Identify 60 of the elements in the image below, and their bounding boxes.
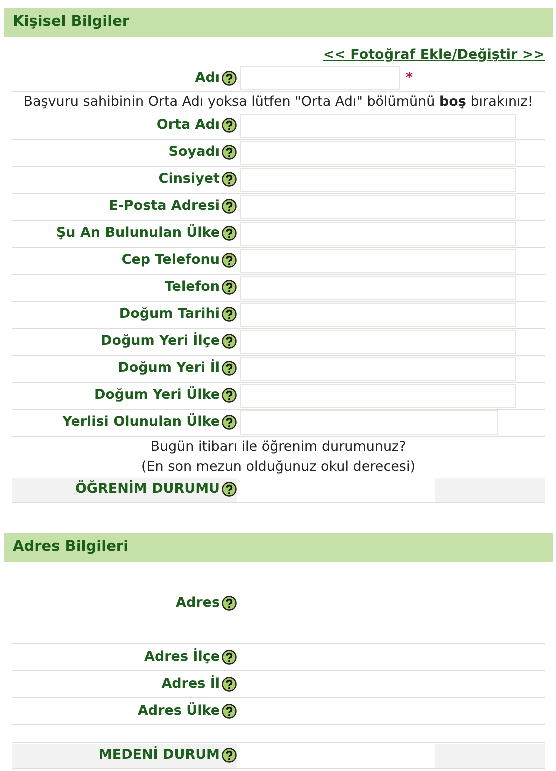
field-label: E-Posta Adresi: [109, 197, 220, 216]
help-icon[interactable]: [222, 596, 237, 611]
help-icon[interactable]: [222, 307, 237, 322]
help-icon[interactable]: [222, 704, 237, 718]
help-icon[interactable]: [222, 482, 237, 497]
help-icon[interactable]: [222, 388, 237, 403]
instruction-text: Bugün itibarı ile öğrenim durumunuz?: [150, 438, 406, 456]
field-label: Cinsiyet: [158, 170, 220, 190]
field-label: Soyadı: [168, 143, 220, 162]
field-label: Yerlisi Olunulan Ülke: [62, 412, 220, 432]
help-icon[interactable]: [222, 748, 237, 763]
text-input[interactable]: [240, 302, 516, 326]
help-icon[interactable]: [222, 226, 237, 241]
text-input[interactable]: [240, 248, 516, 272]
text-input[interactable]: [240, 330, 516, 354]
text-input[interactable]: [240, 140, 516, 164]
help-icon[interactable]: [222, 415, 237, 430]
select-field[interactable]: [435, 478, 545, 502]
help-icon[interactable]: [222, 118, 237, 133]
field-label: Adres İlçe: [144, 648, 220, 667]
help-icon[interactable]: [222, 253, 237, 268]
field-label: MEDENİ DURUM: [98, 746, 220, 766]
help-icon[interactable]: [222, 650, 237, 664]
text-input[interactable]: [240, 410, 498, 435]
field-label: Doğum Yeri İlçe: [100, 332, 220, 352]
field-label: Orta Adı: [156, 116, 220, 136]
required-asterisk: *: [406, 69, 414, 88]
instruction-text: (En son mezun olduğunuz okul derecesi): [142, 458, 416, 477]
text-input[interactable]: [240, 194, 516, 218]
help-icon[interactable]: [222, 172, 237, 187]
text-input[interactable]: [240, 276, 516, 300]
field-label: Doğum Yeri İl: [118, 358, 220, 378]
help-icon[interactable]: [222, 676, 237, 692]
field-label: ÖĞRENİM DURUMU: [75, 480, 220, 500]
field-label: Cep Telefonu: [122, 251, 220, 270]
field-label: Adı: [195, 69, 220, 88]
photo-link[interactable]: << Fotoğraf Ekle/Değiştir >>: [323, 45, 545, 66]
text-input[interactable]: [240, 114, 516, 138]
text-input[interactable]: [240, 222, 516, 246]
text-input[interactable]: [240, 384, 516, 408]
help-icon[interactable]: [222, 361, 237, 376]
field-label: Adres İl: [162, 674, 220, 694]
field-label: Adres: [176, 594, 220, 614]
help-icon[interactable]: [222, 199, 237, 214]
field-label: Şu An Bulunulan Ülke: [56, 224, 220, 244]
help-icon[interactable]: [222, 70, 237, 86]
help-icon[interactable]: [222, 145, 237, 160]
field-label: Telefon: [164, 278, 220, 298]
text-input[interactable]: [240, 168, 516, 192]
help-icon[interactable]: [222, 334, 237, 349]
field-label: Doğum Yeri Ülke: [94, 386, 220, 406]
section-header: Kişisel Bilgiler: [4, 8, 553, 37]
select-field[interactable]: [435, 744, 545, 768]
instruction-text: Başvuru sahibinin Orta Adı yoksa lütfen "Orta Adı" bölümünü boş bırakınız!: [24, 93, 534, 112]
field-label: Adres Ülke: [138, 702, 220, 721]
field-label: Doğum Tarihi: [119, 305, 220, 324]
help-icon[interactable]: [222, 280, 237, 295]
section-header: Adres Bilgileri: [4, 533, 553, 562]
text-input[interactable]: [240, 356, 516, 380]
text-input[interactable]: [240, 66, 400, 90]
